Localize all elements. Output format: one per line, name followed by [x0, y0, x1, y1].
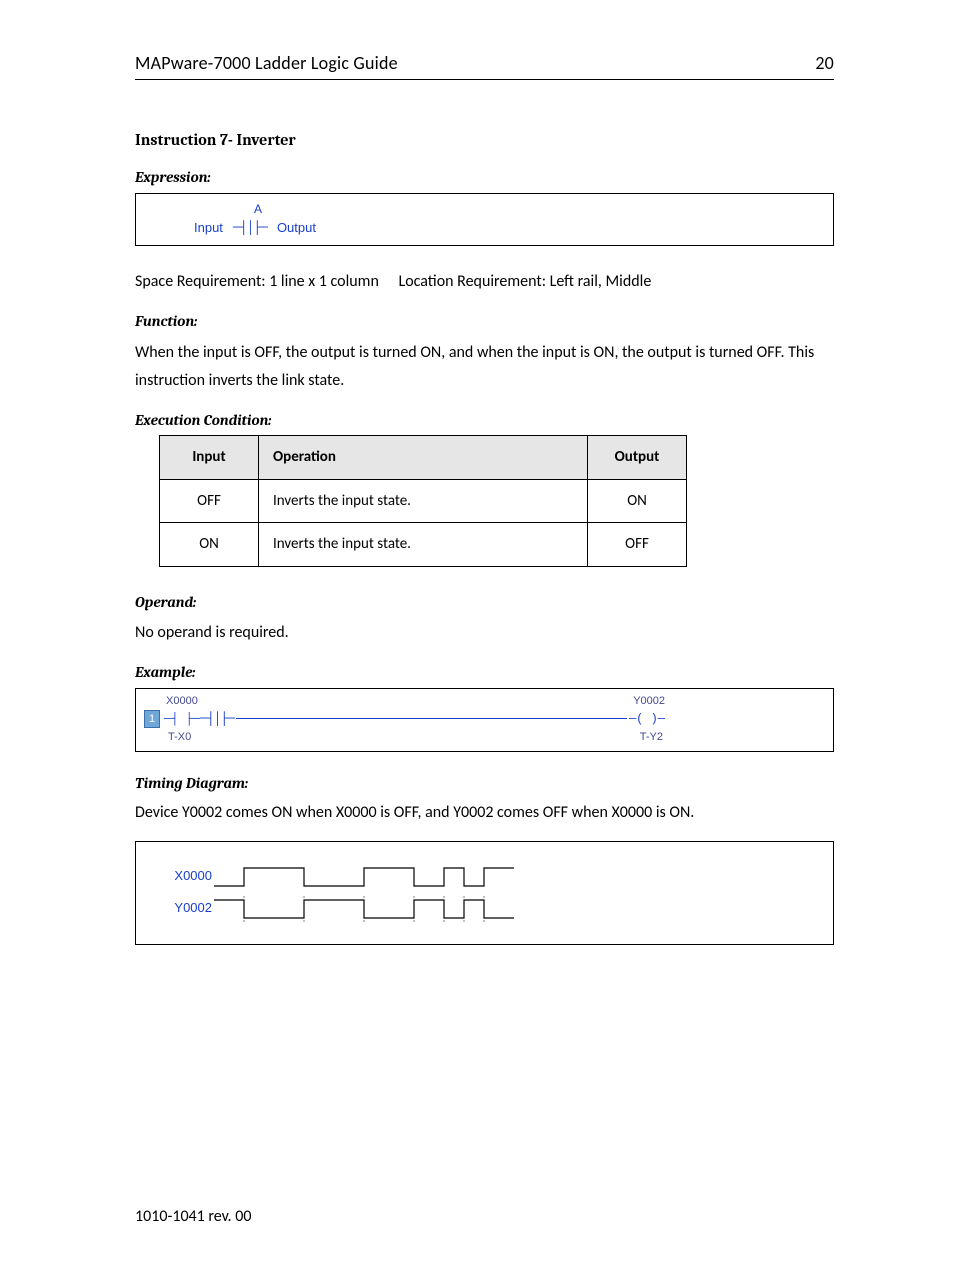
- cell-input: OFF: [160, 479, 259, 523]
- table-row: OFF Inverts the input state. ON: [160, 479, 687, 523]
- coil-icon: ─( )─: [629, 710, 665, 728]
- doc-title: MAPware-7000 Ladder Logic Guide: [135, 50, 398, 77]
- expression-operand-label: A: [254, 200, 823, 218]
- page-number: 20: [815, 50, 834, 77]
- cell-operation: Inverts the input state.: [259, 523, 588, 567]
- table-header-row: Input Operation Output: [160, 436, 687, 480]
- th-operation: Operation: [259, 436, 588, 480]
- contact-no-icon: ─┤ ├─: [164, 710, 200, 728]
- expression-input-label: Input: [194, 218, 223, 238]
- page-header: MAPware-7000 Ladder Logic Guide 20: [135, 50, 834, 80]
- example-right-top-label: Y0002: [633, 693, 665, 710]
- cell-output: OFF: [588, 523, 687, 567]
- th-output: Output: [588, 436, 687, 480]
- rung-wire: [236, 718, 627, 719]
- cell-input: ON: [160, 523, 259, 567]
- expression-heading: Expression:: [135, 166, 834, 189]
- expression-output-label: Output: [277, 218, 316, 238]
- timing-signal-1-label: X0000: [158, 866, 212, 886]
- timing-waveform-y0002: [214, 894, 524, 922]
- timing-diagram-heading: Timing Diagram:: [135, 772, 834, 795]
- expression-symbol-row: Input ─┤│├─ Output: [194, 218, 823, 238]
- instruction-title: Instruction 7- Inverter: [135, 128, 834, 152]
- operand-heading: Operand:: [135, 591, 834, 614]
- execution-condition-table: Input Operation Output OFF Inverts the i…: [159, 435, 687, 567]
- example-left-bottom-label: T-X0: [168, 729, 191, 746]
- example-rung-number: 1: [144, 710, 160, 729]
- operand-text: No operand is required.: [135, 619, 834, 647]
- timing-diagram-text: Device Y0002 comes ON when X0000 is OFF,…: [135, 799, 834, 827]
- example-box: X0000 Y0002 1 ─┤ ├─ ─┤│├─ ─( )─ T-X0 T-Y…: [135, 688, 834, 753]
- cell-output: ON: [588, 479, 687, 523]
- timing-signal-2-label: Y0002: [158, 898, 212, 918]
- example-heading: Example:: [135, 661, 834, 684]
- footer-revision: 1010-1041 rev. 00: [135, 1205, 834, 1229]
- table-row: ON Inverts the input state. OFF: [160, 523, 687, 567]
- example-right-bottom-label: T-Y2: [640, 729, 663, 746]
- th-input: Input: [160, 436, 259, 480]
- timing-waveform-x0000: [214, 862, 524, 890]
- function-heading: Function:: [135, 310, 834, 333]
- execution-condition-heading: Execution Condition:: [135, 409, 834, 432]
- inverter-symbol-icon: ─┤│├─: [200, 709, 234, 729]
- function-description: When the input is OFF, the output is tur…: [135, 339, 834, 395]
- example-left-top-label: X0000: [166, 693, 198, 710]
- timing-diagram-box: X0000 Y0002: [135, 841, 834, 945]
- space-location-requirement: Space Requirement: 1 line x 1 column Loc…: [135, 268, 834, 296]
- cell-operation: Inverts the input state.: [259, 479, 588, 523]
- expression-box: A Input ─┤│├─ Output: [135, 193, 834, 247]
- inverter-symbol-icon: ─┤│├─: [233, 218, 267, 238]
